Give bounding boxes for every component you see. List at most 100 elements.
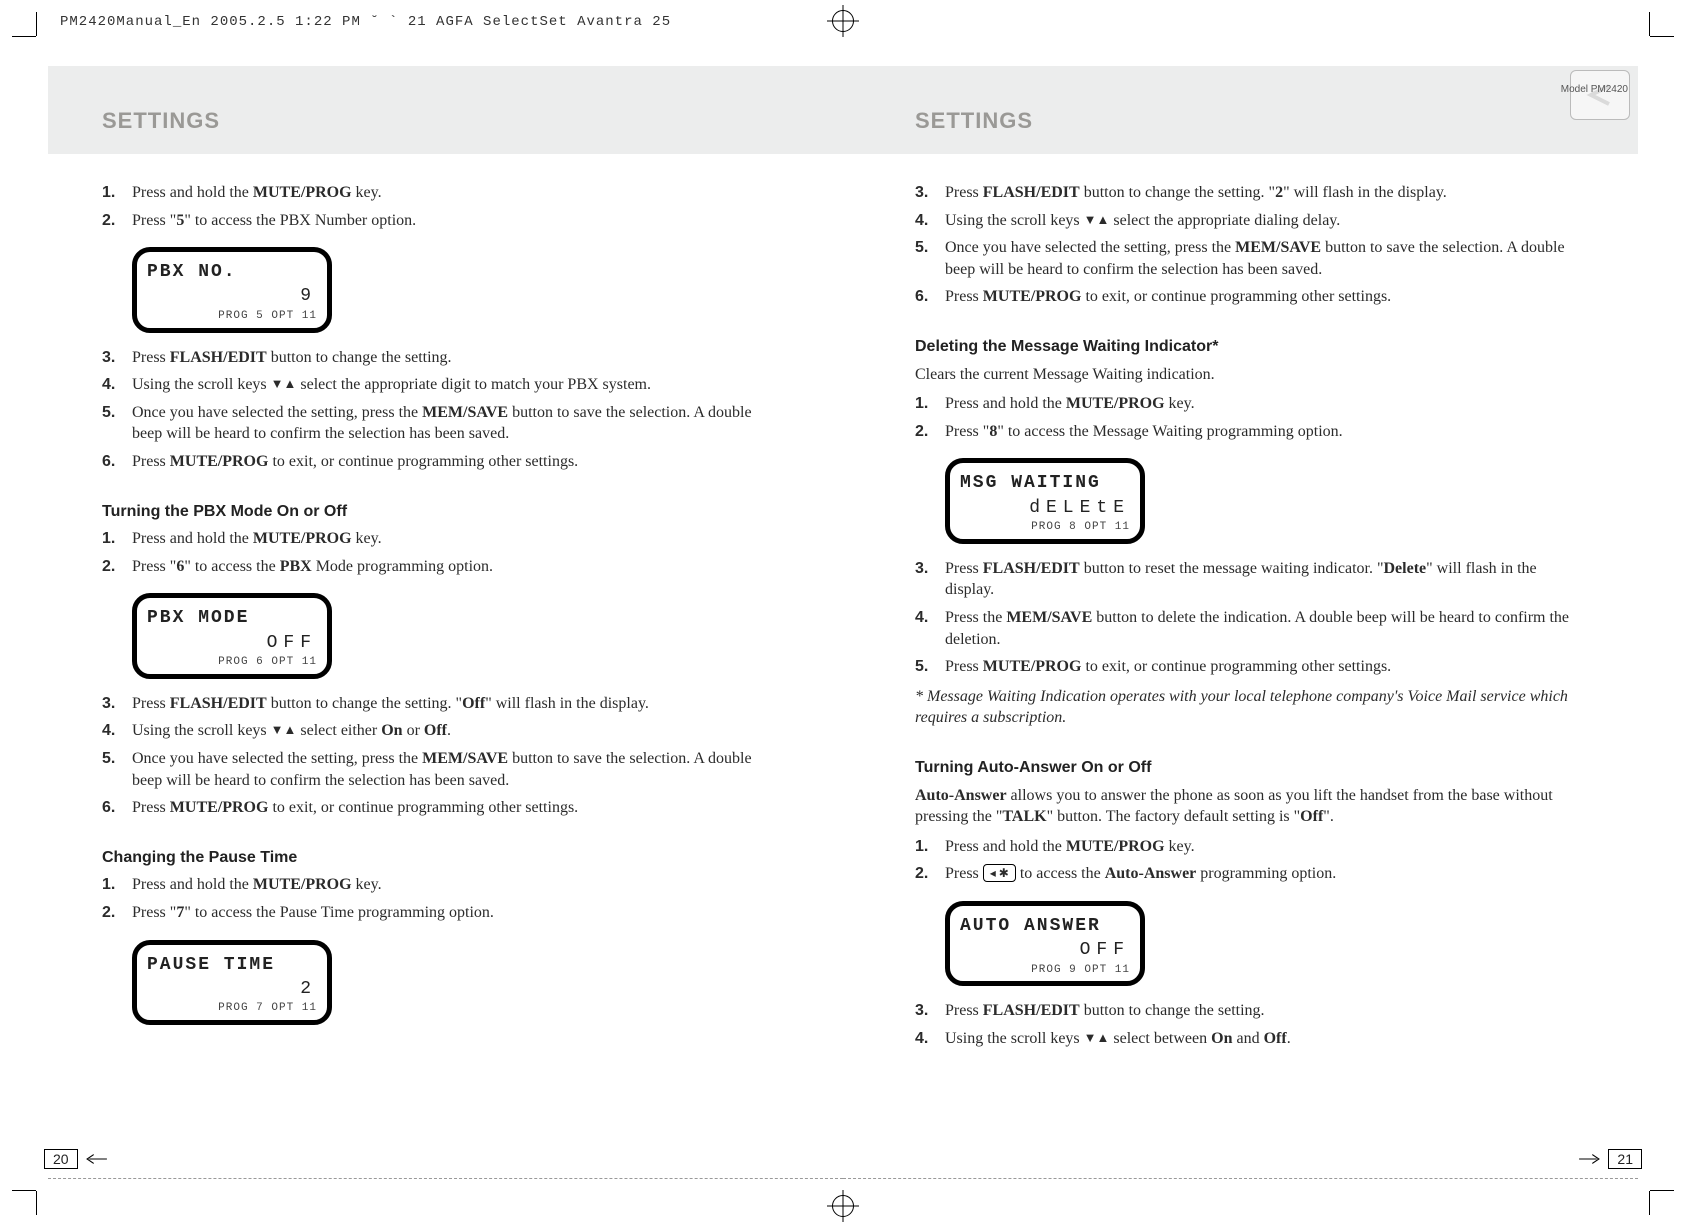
step-number: 1.: [915, 836, 945, 858]
step-item: 4.Using the scroll keys ▼▲ select the ap…: [915, 210, 1584, 232]
lcd-line: PBX MODE: [147, 606, 317, 630]
step-text: Press "8" to access the Message Waiting …: [945, 421, 1584, 443]
page-right: SETTINGS Model PM2420 3.Press FLASH/EDIT…: [843, 48, 1638, 1179]
lcd-line: PBX NO.: [147, 260, 317, 284]
step-number: 5.: [915, 237, 945, 259]
crop-mark: [1649, 1191, 1650, 1215]
step-text: Press and hold the MUTE/PROG key.: [132, 182, 771, 204]
step-number: 3.: [102, 347, 132, 369]
page-number: 21: [1608, 1149, 1642, 1169]
lcd-line: PROG 7 OPT 11: [147, 1001, 317, 1016]
lcd-line: PROG 6 OPT 11: [147, 655, 317, 670]
step-number: 4.: [915, 1028, 945, 1050]
step-item: 4.Using the scroll keys ▼▲ select either…: [102, 720, 771, 742]
step-list: 3.Press FLASH/EDIT button to change the …: [102, 693, 771, 819]
section-lead: Clears the current Message Waiting indic…: [915, 364, 1584, 386]
step-text: Once you have selected the setting, pres…: [945, 237, 1584, 280]
step-text: Press FLASH/EDIT button to change the se…: [132, 347, 771, 369]
crop-mark: [12, 36, 36, 37]
step-item: 3.Press FLASH/EDIT button to change the …: [102, 347, 771, 369]
step-number: 4.: [102, 720, 132, 742]
step-text: Press FLASH/EDIT button to change the se…: [945, 182, 1584, 204]
lcd-line: OFF: [147, 631, 317, 655]
step-list: 3.Press FLASH/EDIT button to change the …: [102, 347, 771, 473]
step-number: 3.: [915, 558, 945, 580]
page-title: SETTINGS: [915, 78, 1584, 134]
registration-mark: [832, 1195, 854, 1217]
step-item: 4.Using the scroll keys ▼▲ select the ap…: [102, 374, 771, 396]
step-list: 3.Press FLASH/EDIT button to change the …: [915, 1000, 1584, 1049]
step-item: 5.Press MUTE/PROG to exit, or continue p…: [915, 656, 1584, 678]
step-item: 1.Press and hold the MUTE/PROG key.: [915, 393, 1584, 415]
step-item: 2.Press "6" to access the PBX Mode progr…: [102, 556, 771, 578]
model-label: Model PM2420: [1561, 84, 1628, 95]
step-text: Press FLASH/EDIT button to reset the mes…: [945, 558, 1584, 601]
crop-mark: [1650, 1190, 1674, 1191]
step-number: 3.: [915, 1000, 945, 1022]
crop-mark: [36, 1191, 37, 1215]
step-number: 5.: [915, 656, 945, 678]
step-text: Press MUTE/PROG to exit, or continue pro…: [132, 451, 771, 473]
step-list: 1.Press and hold the MUTE/PROG key.2.Pre…: [915, 836, 1584, 885]
step-text: Press ◂ ✱ to access the Auto-Answer prog…: [945, 863, 1584, 885]
lcd-line: AUTO ANSWER: [960, 914, 1130, 938]
footnote: * Message Waiting Indication operates wi…: [915, 686, 1584, 729]
step-text: Press "5" to access the PBX Number optio…: [132, 210, 771, 232]
step-text: Press and hold the MUTE/PROG key.: [132, 528, 771, 550]
crop-mark: [1650, 36, 1674, 37]
step-number: 2.: [102, 902, 132, 924]
step-item: 1.Press and hold the MUTE/PROG key.: [102, 182, 771, 204]
step-item: 1.Press and hold the MUTE/PROG key.: [915, 836, 1584, 858]
step-text: Using the scroll keys ▼▲ select between …: [945, 1028, 1584, 1050]
lcd-line: 2: [147, 977, 317, 1001]
step-list: 1.Press and hold the MUTE/PROG key.2.Pre…: [102, 528, 771, 577]
lcd-line: PROG 5 OPT 11: [147, 309, 317, 324]
step-number: 1.: [102, 182, 132, 204]
step-item: 1.Press and hold the MUTE/PROG key.: [102, 528, 771, 550]
step-text: Press and hold the MUTE/PROG key.: [945, 393, 1584, 415]
step-item: 4.Press the MEM/SAVE button to delete th…: [915, 607, 1584, 650]
page-footer-right: 21: [1578, 1145, 1642, 1173]
step-item: 2.Press "7" to access the Pause Time pro…: [102, 902, 771, 924]
step-text: Press "6" to access the PBX Mode program…: [132, 556, 771, 578]
lcd-display-msg-waiting: MSG WAITING dELEtE PROG 8 OPT 11: [945, 458, 1145, 543]
step-text: Once you have selected the setting, pres…: [132, 402, 771, 445]
step-number: 2.: [102, 556, 132, 578]
step-text: Press MUTE/PROG to exit, or continue pro…: [132, 797, 771, 819]
lcd-line: PROG 8 OPT 11: [960, 520, 1130, 535]
step-item: 3.Press FLASH/EDIT button to change the …: [102, 693, 771, 715]
step-number: 1.: [102, 528, 132, 550]
step-text: Press the MEM/SAVE button to delete the …: [945, 607, 1584, 650]
print-slug: PM2420Manual_En 2005.2.5 1:22 PM ˘ ` 21 …: [60, 14, 671, 30]
step-text: Press "7" to access the Pause Time progr…: [132, 902, 771, 924]
registration-mark: [832, 10, 854, 32]
page-footer-left: 20: [44, 1145, 108, 1173]
step-item: 6.Press MUTE/PROG to exit, or continue p…: [102, 451, 771, 473]
step-item: 4.Using the scroll keys ▼▲ select betwee…: [915, 1028, 1584, 1050]
step-text: Press MUTE/PROG to exit, or continue pro…: [945, 656, 1584, 678]
step-item: 1.Press and hold the MUTE/PROG key.: [102, 874, 771, 896]
step-list: 1.Press and hold the MUTE/PROG key.2.Pre…: [102, 182, 771, 231]
crop-mark: [1649, 12, 1650, 36]
step-list: 3.Press FLASH/EDIT button to change the …: [915, 182, 1584, 308]
step-item: 6.Press MUTE/PROG to exit, or continue p…: [102, 797, 771, 819]
lcd-line: PROG 9 OPT 11: [960, 963, 1130, 978]
step-number: 4.: [102, 374, 132, 396]
lcd-line: PAUSE TIME: [147, 953, 317, 977]
step-text: Press and hold the MUTE/PROG key.: [945, 836, 1584, 858]
step-item: 3.Press FLASH/EDIT button to reset the m…: [915, 558, 1584, 601]
section-heading: Turning Auto-Answer On or Off: [915, 757, 1584, 779]
page-title: SETTINGS: [102, 78, 771, 134]
section-heading: Turning the PBX Mode On or Off: [102, 501, 771, 523]
step-number: 4.: [915, 210, 945, 232]
footer-divider: [843, 1178, 1638, 1179]
step-item: 5.Once you have selected the setting, pr…: [102, 402, 771, 445]
lcd-display-pause-time: PAUSE TIME 2 PROG 7 OPT 11: [132, 940, 332, 1025]
print-sheet: PM2420Manual_En 2005.2.5 1:22 PM ˘ ` 21 …: [0, 0, 1686, 1227]
step-number: 2.: [102, 210, 132, 232]
step-item: 3.Press FLASH/EDIT button to change the …: [915, 182, 1584, 204]
step-number: 6.: [915, 286, 945, 308]
step-number: 6.: [102, 797, 132, 819]
footer-divider: [48, 1178, 843, 1179]
lcd-display-pbx-mode: PBX MODE OFF PROG 6 OPT 11: [132, 593, 332, 678]
